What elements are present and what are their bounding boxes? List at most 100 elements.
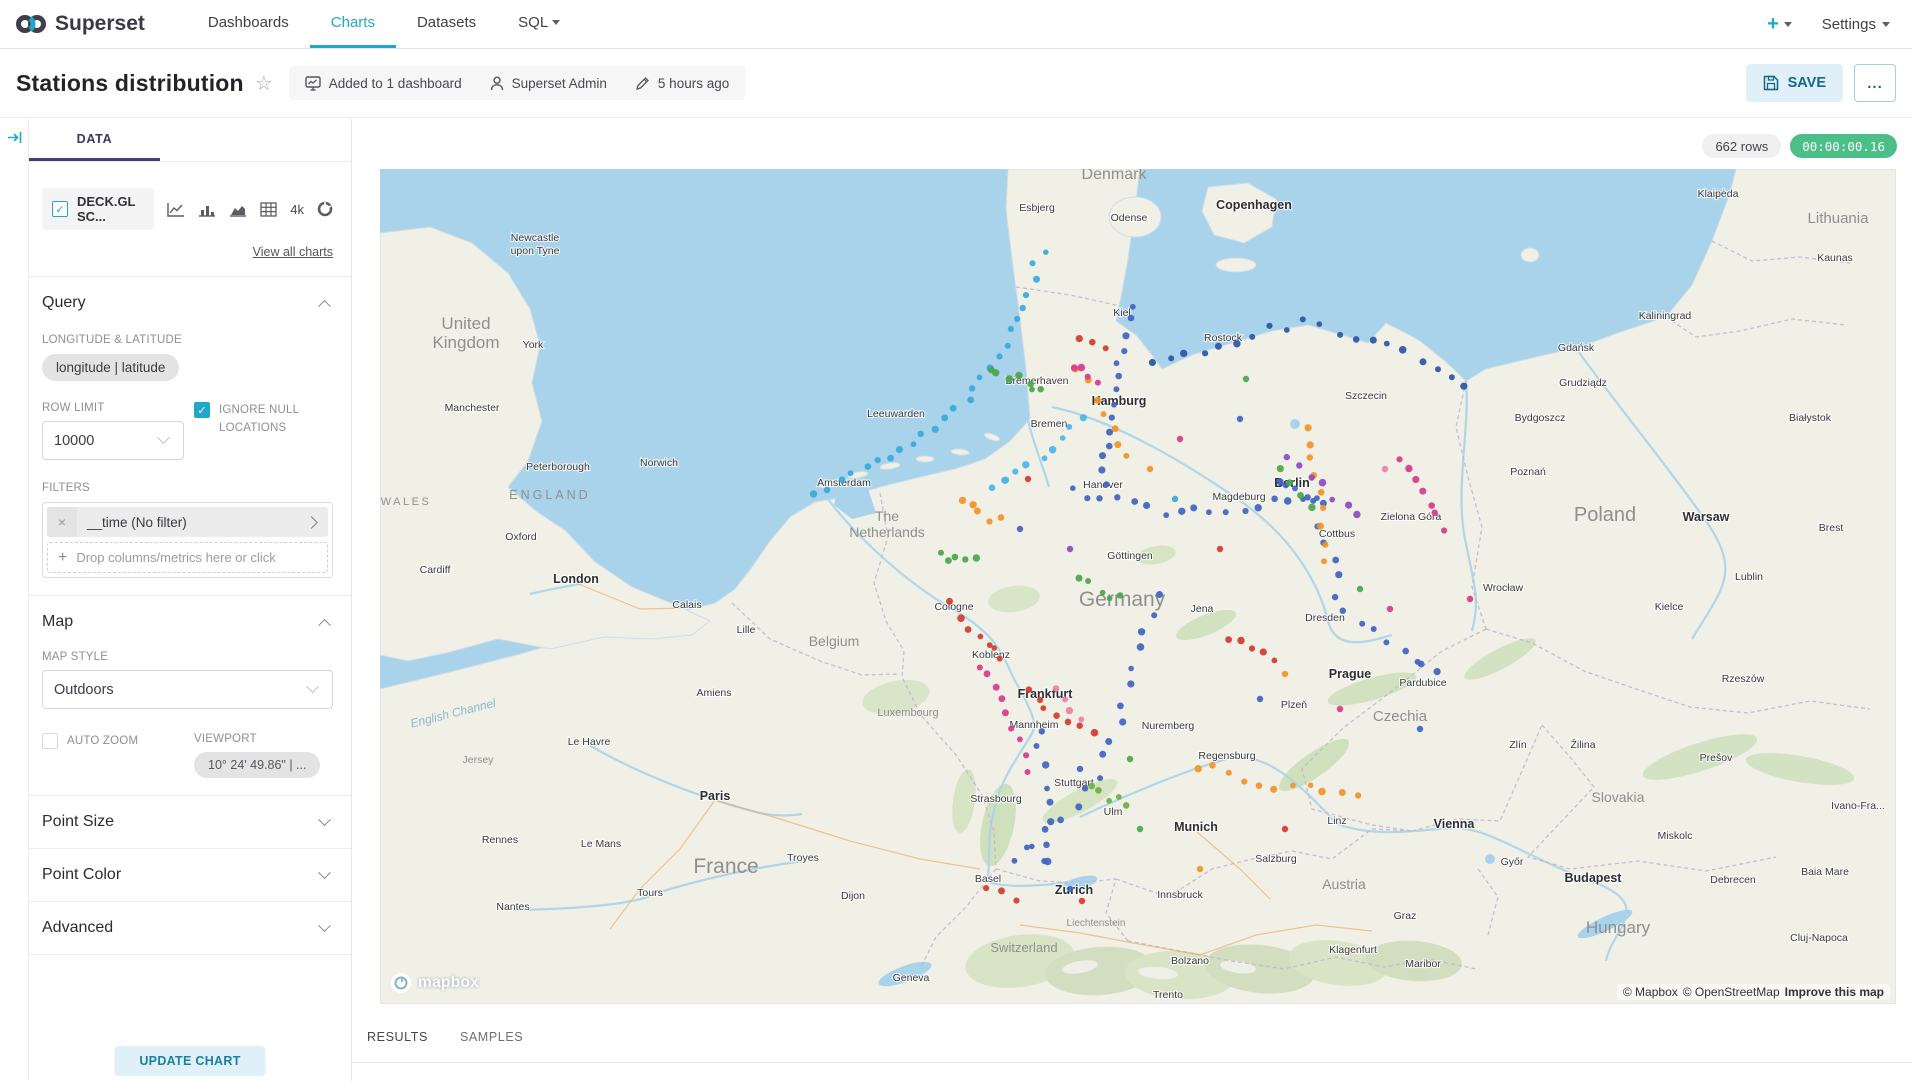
svg-text:Pardubice: Pardubice (1399, 677, 1446, 689)
svg-text:Wrocław: Wrocław (1483, 582, 1523, 594)
svg-text:ENGLAND: ENGLAND (509, 488, 590, 502)
lonlat-pill[interactable]: longitude | latitude (42, 354, 179, 381)
more-options-button[interactable]: ... (1854, 64, 1896, 102)
ignore-null-checkbox-row[interactable]: ✓ IGNORE NULL LOCATIONS (194, 402, 319, 460)
favorite-star-icon[interactable]: ☆ (255, 71, 273, 96)
section-point-color[interactable]: Point Color (42, 866, 333, 884)
svg-text:Debrecen: Debrecen (1710, 874, 1756, 886)
nav-item-datasets[interactable]: Datasets (396, 0, 497, 48)
deckgl-map[interactable]: English Channel DenmarkUnitedKingdomLith… (380, 169, 1896, 1004)
svg-text:Koblenz: Koblenz (972, 649, 1010, 661)
svg-text:Liechtenstein: Liechtenstein (1067, 918, 1126, 929)
svg-text:Oxford: Oxford (505, 531, 537, 543)
svg-text:Innsbruck: Innsbruck (1157, 889, 1203, 901)
save-button[interactable]: SAVE (1746, 64, 1843, 102)
chart-header: Stations distribution ☆ Added to 1 dashb… (0, 49, 1912, 118)
chevron-down-icon (318, 866, 331, 879)
svg-text:Cardiff: Cardiff (420, 564, 451, 576)
section-query[interactable]: Query (42, 294, 333, 312)
svg-text:Bolzano: Bolzano (1171, 955, 1209, 967)
remove-filter-icon[interactable]: × (47, 507, 77, 537)
donut-chart-icon[interactable] (317, 201, 333, 217)
svg-text:Poznań: Poznań (1510, 466, 1546, 478)
bar-chart-icon[interactable] (198, 202, 216, 217)
dashboards-chip[interactable]: Added to 1 dashboard (305, 76, 462, 91)
svg-text:Regensburg: Regensburg (1198, 750, 1255, 762)
svg-text:Basel: Basel (975, 873, 1001, 885)
svg-text:Switzerland: Switzerland (990, 940, 1057, 955)
svg-text:Cluj-Napoca: Cluj-Napoca (1790, 932, 1848, 944)
caret-down-icon (1784, 22, 1792, 27)
superset-logo[interactable]: Superset (16, 0, 145, 48)
section-map[interactable]: Map (42, 613, 333, 631)
tab-samples[interactable]: SAMPLES (460, 1030, 523, 1044)
island-bornholm (1521, 248, 1539, 262)
row-limit-label: ROW LIMIT (42, 402, 194, 414)
map-canvas: English Channel DenmarkUnitedKingdomLith… (380, 169, 1896, 1004)
panel-collapse-strip (0, 119, 29, 1081)
svg-text:London: London (553, 572, 599, 586)
last-modified-chip[interactable]: 5 hours ago (635, 76, 729, 91)
nav-item-dashboards[interactable]: Dashboards (187, 0, 310, 48)
tab-results[interactable]: RESULTS (367, 1030, 428, 1044)
svg-text:Odense: Odense (1111, 212, 1148, 224)
chevron-down-icon (157, 431, 170, 444)
section-advanced[interactable]: Advanced (42, 919, 333, 937)
user-icon (490, 76, 504, 91)
checkbox-unchecked-icon (42, 733, 58, 749)
owner-chip[interactable]: Superset Admin (490, 76, 607, 91)
settings-menu[interactable]: Settings (1822, 16, 1890, 33)
viz-count-badge[interactable]: 4k (290, 202, 304, 217)
svg-text:Luxembourg: Luxembourg (877, 707, 938, 719)
svg-text:Göttingen: Göttingen (1107, 550, 1153, 562)
svg-text:UnitedKingdom: UnitedKingdom (432, 314, 499, 352)
view-all-charts-link[interactable]: View all charts (42, 245, 333, 259)
svg-text:Peterborough: Peterborough (526, 461, 590, 473)
map-style-select[interactable]: Outdoors (42, 670, 333, 709)
filter-pill[interactable]: × __time (No filter) (47, 507, 328, 537)
chevron-down-icon (318, 813, 331, 826)
section-point-size[interactable]: Point Size (42, 813, 333, 831)
svg-text:Brest: Brest (1819, 522, 1844, 534)
table-icon[interactable] (260, 202, 277, 217)
svg-text:Austria: Austria (1322, 876, 1366, 892)
add-new-button[interactable]: + (1767, 13, 1792, 36)
improve-map-link[interactable]: Improve this map (1785, 985, 1884, 999)
svg-text:WALES: WALES (381, 496, 432, 508)
drop-columns-area[interactable]: + Drop columns/metrics here or click (47, 542, 328, 573)
island-lolland (1216, 258, 1256, 272)
svg-text:Salzburg: Salzburg (1255, 853, 1297, 865)
svg-text:Paris: Paris (700, 789, 731, 803)
mapbox-logo[interactable]: mapbox (390, 972, 479, 994)
area-chart-icon[interactable] (229, 202, 247, 217)
svg-text:Rzeszów: Rzeszów (1722, 673, 1765, 685)
mapbox-attribution-link[interactable]: © Mapbox (1623, 985, 1678, 999)
tab-data[interactable]: DATA (29, 119, 160, 161)
divider (352, 1062, 1912, 1063)
row-limit-select[interactable]: 10000 (42, 421, 184, 460)
svg-text:Newcastleupon Tyne: Newcastleupon Tyne (511, 232, 560, 257)
viewport-pill[interactable]: 10° 24' 49.86" | ... (194, 752, 320, 778)
svg-text:Ivano-Fra...: Ivano-Fra... (1831, 800, 1885, 812)
map-attribution: © Mapbox © OpenStreetMap Improve this ma… (1617, 984, 1890, 1000)
viz-type-selected[interactable]: ✓ DECK.GL SC... (42, 188, 154, 230)
auto-zoom-checkbox-row[interactable]: AUTO ZOOM (42, 733, 194, 751)
chevron-down-icon (306, 680, 319, 693)
update-chart-button[interactable]: UPDATE CHART (114, 1046, 265, 1076)
svg-text:Győr: Győr (1501, 856, 1524, 868)
svg-text:Žilina: Žilina (1570, 738, 1595, 751)
svg-text:Grudziądz: Grudziądz (1559, 377, 1607, 389)
svg-text:Germany: Germany (1079, 588, 1166, 611)
auto-zoom-label: AUTO ZOOM (67, 733, 138, 751)
filters-label: FILTERS (42, 482, 333, 494)
svg-text:Hungary: Hungary (1586, 918, 1651, 937)
osm-attribution-link[interactable]: © OpenStreetMap (1683, 985, 1780, 999)
collapse-panel-icon[interactable] (6, 129, 23, 146)
svg-text:Baia Mare: Baia Mare (1801, 866, 1849, 878)
nav-item-charts[interactable]: Charts (310, 0, 396, 48)
line-chart-icon[interactable] (167, 202, 185, 217)
svg-text:Miskolc: Miskolc (1657, 830, 1692, 842)
svg-text:Kaliningrad: Kaliningrad (1639, 310, 1692, 322)
svg-text:Belgium: Belgium (809, 633, 860, 649)
nav-item-sql[interactable]: SQL (497, 0, 581, 48)
